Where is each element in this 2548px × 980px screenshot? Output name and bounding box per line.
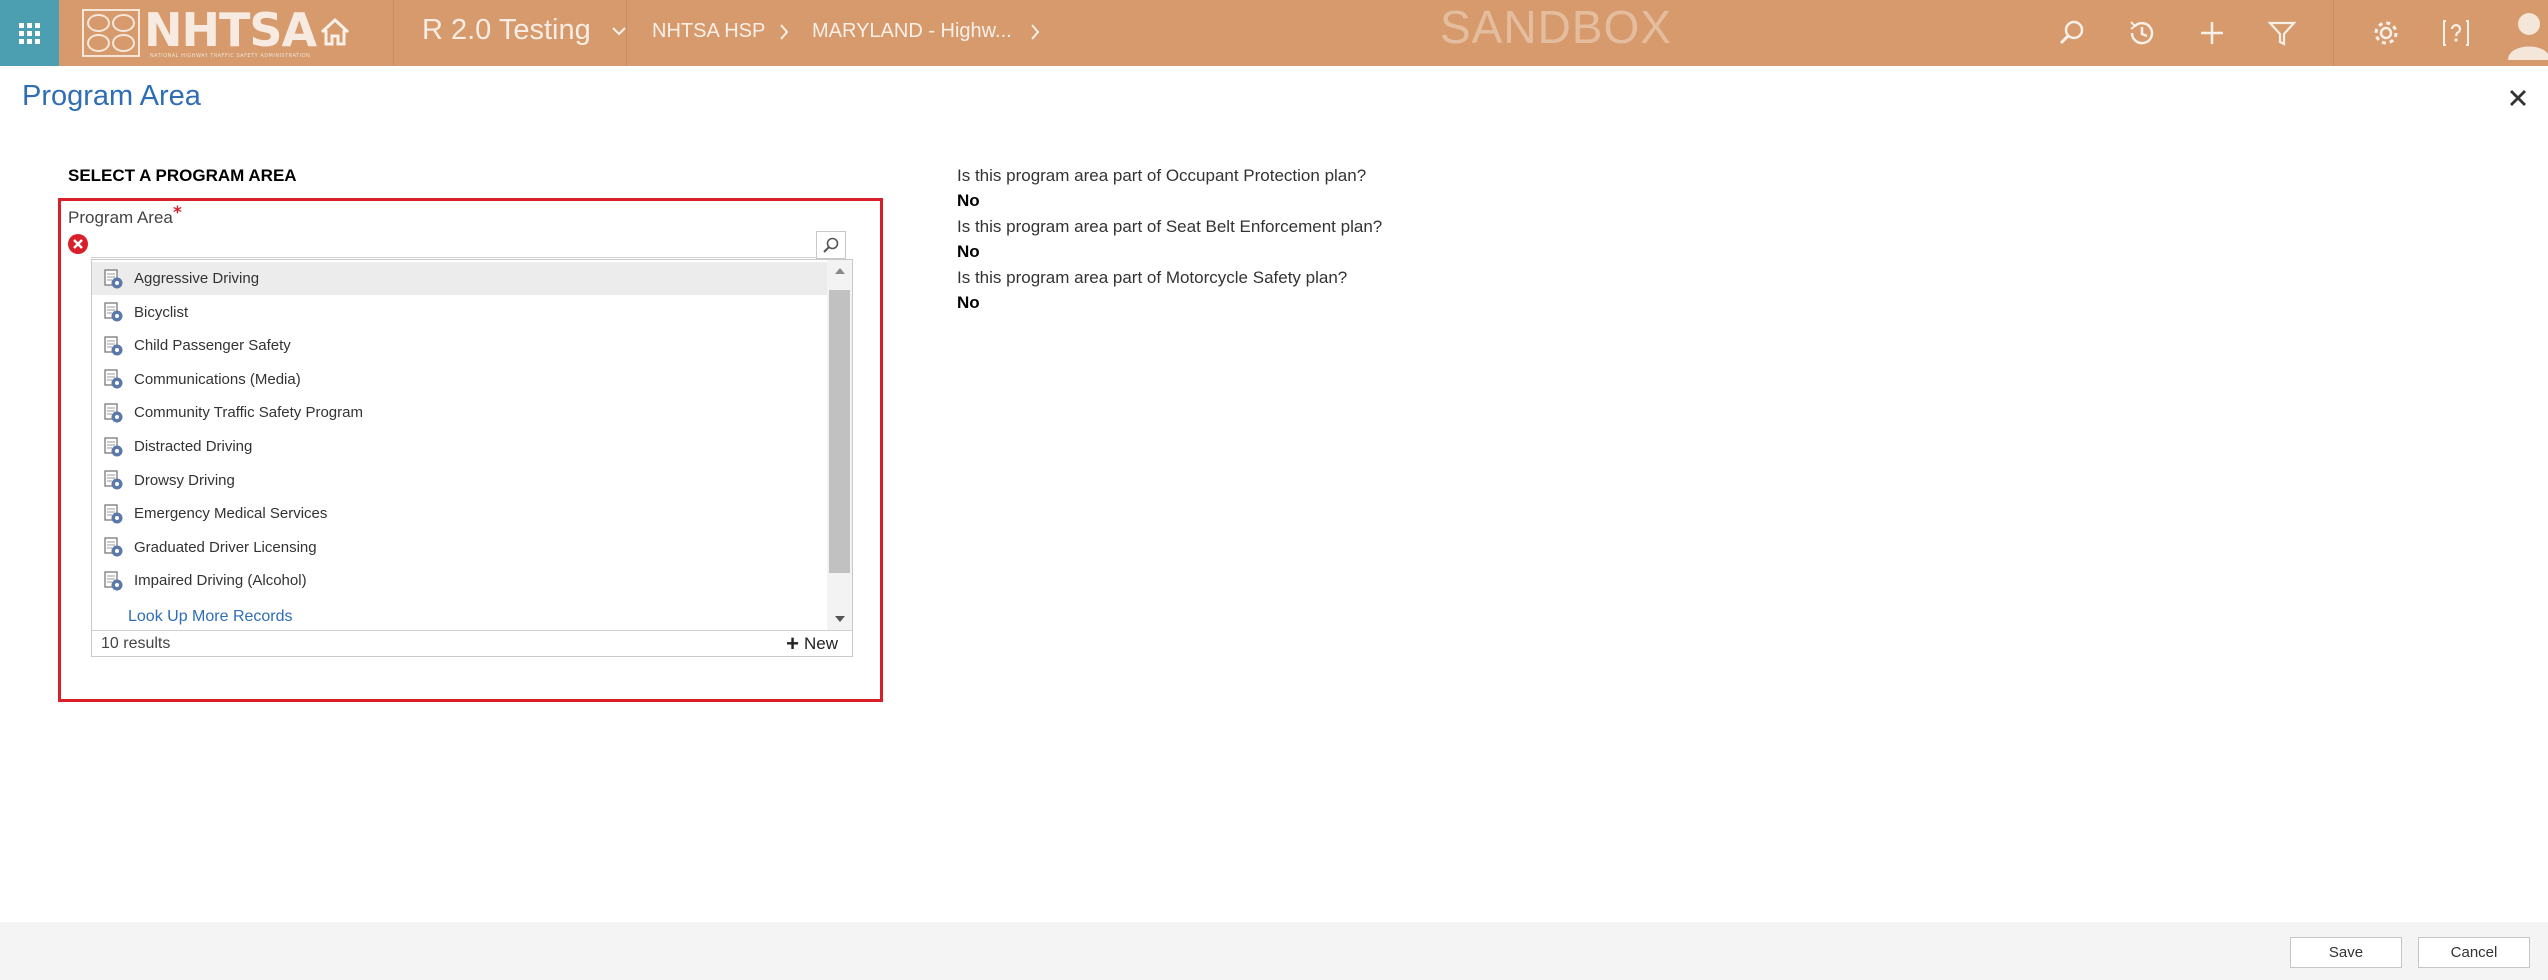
lookup-result-label: Communications (Media)	[134, 370, 301, 388]
entity-record-icon	[104, 470, 123, 490]
dialog-title: Program Area	[22, 80, 201, 112]
dropdown-scrollbar[interactable]	[827, 260, 852, 630]
entity-record-icon	[104, 504, 123, 524]
lookup-results-dropdown: Aggressive Driving Bicyclist Child Passeng…	[91, 259, 853, 657]
top-navigation-bar	[0, 0, 2548, 66]
plus-icon: +	[786, 631, 799, 656]
section-title: SELECT A PROGRAM AREA	[68, 166, 297, 185]
lookup-result-item[interactable]: Child Passenger Safety	[92, 329, 827, 362]
lookup-result-label: Emergency Medical Services	[134, 505, 328, 523]
lookup-result-label: Community Traffic Safety Program	[134, 404, 363, 422]
question-seat-belt-enforcement: Is this program area part of Seat Belt E…	[957, 217, 1383, 236]
search-icon	[823, 237, 839, 253]
breadcrumb-item-hsp[interactable]: NHTSA HSP	[652, 20, 765, 43]
brand-logo[interactable]: NHTSA NATIONAL HIGHWAY TRAFFIC SAFETY AD…	[82, 2, 317, 61]
topbar-divider	[626, 0, 627, 66]
save-button[interactable]: Save	[2290, 937, 2402, 968]
entity-record-icon	[104, 571, 123, 591]
lookup-result-item[interactable]: Drowsy Driving	[92, 464, 827, 497]
dialog-footer	[0, 922, 2548, 980]
lookup-result-item[interactable]: Aggressive Driving	[92, 262, 827, 295]
lookup-result-item[interactable]: Emergency Medical Services	[92, 497, 827, 530]
search-icon[interactable]	[2056, 17, 2088, 49]
filter-icon[interactable]	[2266, 17, 2298, 49]
brand-tagline: NATIONAL HIGHWAY TRAFFIC SAFETY ADMINIST…	[149, 52, 311, 59]
answer-seat-belt-enforcement: No	[957, 242, 980, 261]
entity-record-icon	[104, 436, 123, 456]
history-icon[interactable]	[2126, 17, 2158, 49]
lookup-search-button[interactable]	[816, 231, 846, 259]
scroll-down-button[interactable]	[827, 608, 852, 630]
lookup-result-label: Graduated Driver Licensing	[134, 538, 317, 556]
app-switcher[interactable]: R 2.0 Testing	[422, 14, 627, 47]
app-launcher-icon	[19, 22, 40, 44]
answer-motorcycle-safety: No	[957, 293, 980, 312]
scrollbar-thumb[interactable]	[829, 290, 850, 573]
program-area-label: Program Area	[68, 208, 173, 227]
cancel-button[interactable]: Cancel	[2418, 937, 2530, 968]
triangle-down-icon	[834, 616, 845, 622]
chevron-right-icon	[780, 24, 789, 40]
new-record-button[interactable]: + New	[786, 631, 838, 656]
entity-record-icon	[104, 537, 123, 557]
new-record-label: New	[803, 634, 838, 653]
lookup-result-label: Bicyclist	[134, 303, 189, 321]
lookup-result-label: Drowsy Driving	[134, 471, 235, 489]
triangle-up-icon	[834, 268, 845, 274]
question-motorcycle-safety: Is this program area part of Motorcycle …	[957, 268, 1348, 287]
lookup-result-item[interactable]: Community Traffic Safety Program	[92, 396, 827, 429]
program-area-lookup-input[interactable]	[91, 231, 816, 258]
entity-record-icon	[104, 268, 123, 288]
answer-occupant-protection: No	[957, 191, 980, 210]
plus-icon[interactable]	[2196, 17, 2228, 49]
lookup-result-label: Impaired Driving (Alcohol)	[134, 572, 307, 590]
lookup-result-item[interactable]: Impaired Driving (Alcohol)	[92, 564, 827, 597]
environment-watermark: SANDBOX	[1440, 1, 1672, 53]
app-name: R 2.0 Testing	[422, 14, 591, 46]
lookup-result-item[interactable]: Distracted Driving	[92, 430, 827, 463]
entity-record-icon	[104, 369, 123, 389]
required-marker: *	[173, 203, 182, 223]
brand-name: NHTSA	[144, 2, 317, 57]
home-icon[interactable]	[318, 15, 352, 49]
lookup-result-label: Child Passenger Safety	[134, 337, 291, 355]
gear-icon[interactable]	[2370, 17, 2402, 49]
entity-record-icon	[104, 302, 123, 322]
lookup-result-item[interactable]: Bicyclist	[92, 296, 827, 329]
app-launcher-button[interactable]	[0, 0, 59, 66]
dropdown-footer: 10 results + New	[92, 630, 852, 657]
lookup-result-item[interactable]: Graduated Driver Licensing	[92, 531, 827, 564]
topbar-divider	[393, 0, 394, 66]
lookup-result-item[interactable]: Communications (Media)	[92, 363, 827, 396]
entity-record-icon	[104, 403, 123, 423]
user-avatar-icon[interactable]	[2502, 6, 2548, 60]
lookup-result-label: Distracted Driving	[134, 438, 253, 455]
lookup-results-list: Aggressive Driving Bicyclist Child Passeng…	[92, 260, 827, 630]
result-count: 10 results	[101, 635, 171, 652]
chevron-down-icon	[612, 26, 626, 35]
topbar-divider	[2333, 0, 2334, 66]
help-icon[interactable]	[2440, 17, 2472, 49]
error-icon	[68, 234, 88, 254]
brand-emblem-icon	[82, 9, 140, 57]
close-icon[interactable]	[2506, 86, 2530, 110]
chevron-right-icon[interactable]	[1028, 22, 1042, 42]
breadcrumb-item-record[interactable]: MARYLAND - Highw...	[812, 20, 1012, 43]
lookup-result-label: Aggressive Driving	[134, 270, 260, 287]
scroll-up-button[interactable]	[827, 260, 852, 282]
question-occupant-protection: Is this program area part of Occupant Pr…	[957, 166, 1367, 185]
entity-record-icon	[104, 336, 123, 356]
look-up-more-records-link[interactable]: Look Up More Records	[128, 608, 293, 626]
